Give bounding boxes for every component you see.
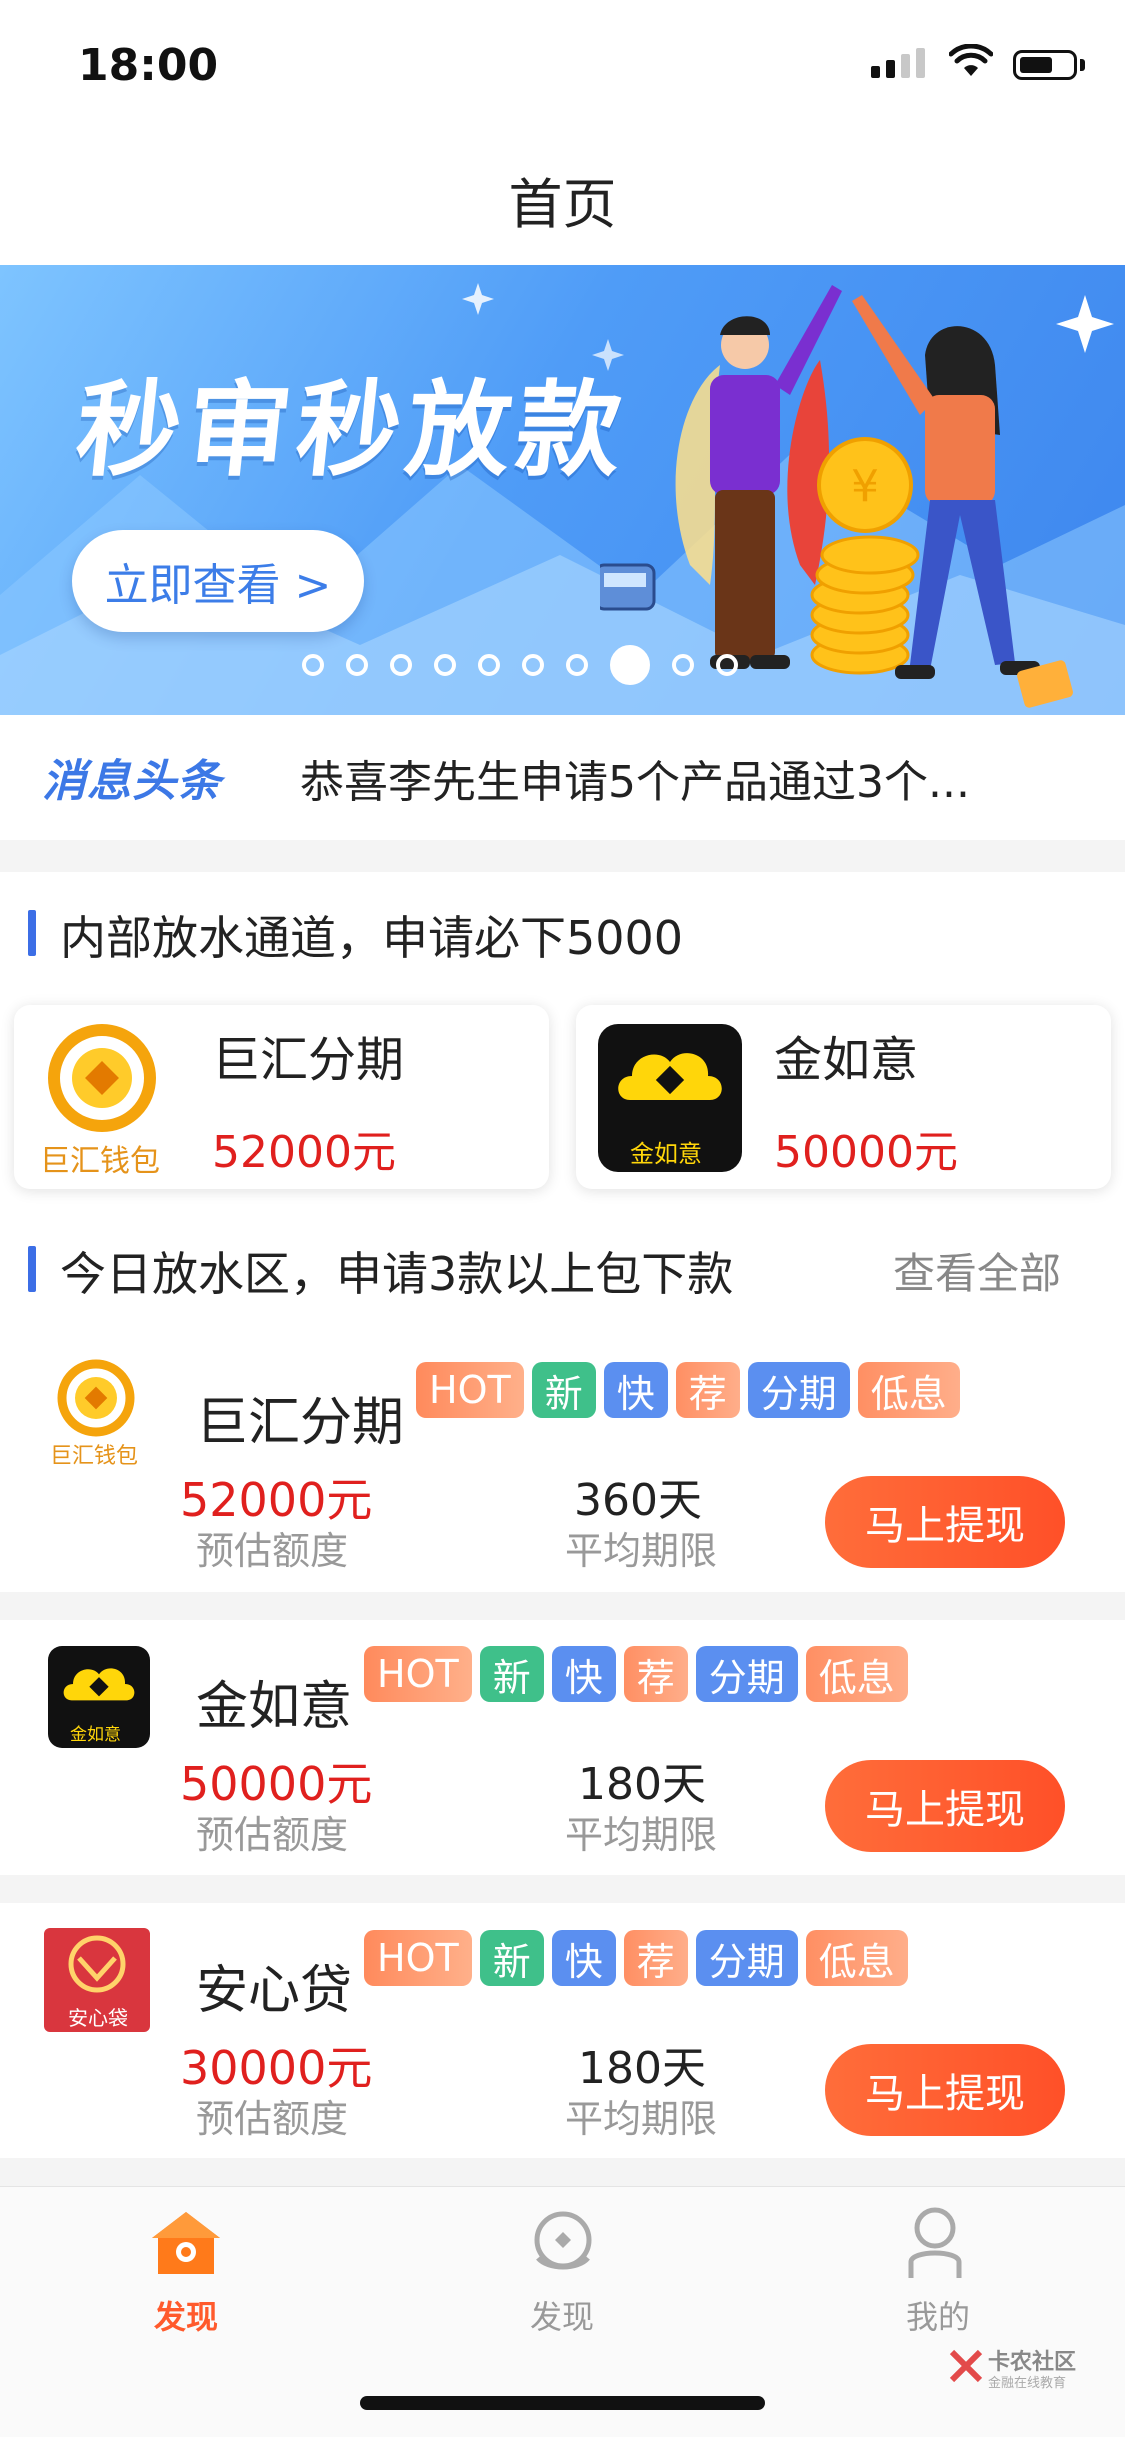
carousel-dot-active[interactable] xyxy=(610,645,650,685)
featured-card-amount: 50000元 xyxy=(774,1127,958,1178)
carousel-dot[interactable] xyxy=(672,654,694,676)
item-logo-text: 金如意 xyxy=(70,1725,121,1745)
item-days: 180天 xyxy=(578,2043,706,2094)
withdraw-now-button[interactable]: 马上提现 xyxy=(825,1760,1065,1852)
page-title: 首页 xyxy=(508,173,617,236)
item-days: 180天 xyxy=(578,1759,706,1810)
carousel-dot[interactable] xyxy=(390,654,412,676)
item-tags: HOT 新 快 荐 分期 低息 xyxy=(364,1646,908,1702)
period-label: 平均期限 xyxy=(565,2097,718,2141)
carousel-dot[interactable] xyxy=(522,654,544,676)
period-label: 平均期限 xyxy=(565,1813,718,1857)
carousel-dot[interactable] xyxy=(716,654,738,676)
tag-new: 新 xyxy=(479,1930,544,1986)
featured-title: 内部放水通道，申请必下5000 xyxy=(60,911,684,965)
promo-banner[interactable]: ¥ 秒审秒放款 立即查看 > xyxy=(0,265,1125,715)
item-name: 巨汇分期 xyxy=(196,1393,405,1453)
news-tag: 消息头条 xyxy=(42,756,222,807)
tab-label: 发现 xyxy=(530,2298,595,2336)
news-text[interactable]: 恭喜李先生申请5个产品通过3个... xyxy=(300,746,970,810)
list-divider xyxy=(0,1592,1125,1620)
watermark-subtext: 金融在线教育 xyxy=(988,2376,1067,2391)
carousel-dot[interactable] xyxy=(566,654,588,676)
tag-hot: HOT xyxy=(364,1930,472,1986)
home-indicator xyxy=(360,2396,765,2410)
tag-new: 新 xyxy=(531,1362,596,1418)
item-logo-text: 巨汇钱包 xyxy=(50,1444,139,1469)
cloud-logo-icon xyxy=(618,1053,722,1100)
amount-label: 预估额度 xyxy=(196,1813,349,1857)
amount-label: 预估额度 xyxy=(196,2097,349,2141)
amount-label: 预估额度 xyxy=(196,1529,349,1573)
wifi-icon xyxy=(949,44,993,76)
tag-fast: 快 xyxy=(551,1930,616,1986)
tag-hot: HOT xyxy=(416,1362,524,1418)
svg-text:¥: ¥ xyxy=(851,461,879,512)
featured-card-logo-text: 金如意 xyxy=(630,1140,702,1168)
featured-card-name: 巨汇分期 xyxy=(212,1032,405,1088)
tag-low-interest: 低息 xyxy=(805,1930,908,1986)
tag-installment: 分期 xyxy=(747,1362,850,1418)
tag-new: 新 xyxy=(479,1646,544,1702)
withdraw-now-button[interactable]: 马上提现 xyxy=(825,1476,1065,1568)
tag-hot: HOT xyxy=(364,1646,472,1702)
carousel-dot[interactable] xyxy=(478,654,500,676)
cellular-signal-icon xyxy=(871,48,925,78)
tab-label: 发现 xyxy=(154,2298,219,2336)
today-title: 今日放水区，申请3款以上包下款 xyxy=(60,1247,734,1301)
view-all-link[interactable]: 查看全部 xyxy=(893,1240,1061,1301)
tag-low-interest: 低息 xyxy=(857,1362,960,1418)
battery-icon xyxy=(1013,50,1077,80)
profile-icon xyxy=(908,2207,962,2278)
tab-label: 我的 xyxy=(906,2298,971,2336)
tag-recommend: 荐 xyxy=(675,1362,740,1418)
cloud-logo-icon xyxy=(63,1668,135,1701)
item-tags: HOT 新 快 荐 分期 低息 xyxy=(364,1930,908,1986)
carousel-dot[interactable] xyxy=(346,654,368,676)
banner-view-now-button[interactable]: 立即查看 > xyxy=(72,530,364,632)
item-days: 360天 xyxy=(574,1475,702,1526)
banner-title: 秒审秒放款 xyxy=(70,369,634,491)
kanong-logo-icon xyxy=(949,2349,983,2383)
tag-recommend: 荐 xyxy=(623,1930,688,1986)
period-label: 平均期限 xyxy=(565,1529,718,1573)
featured-card-logo-text: 巨汇钱包 xyxy=(40,1144,160,1179)
discover-icon xyxy=(534,2211,592,2270)
status-time: 18:00 xyxy=(78,40,219,91)
list-divider xyxy=(0,1875,1125,1903)
section-accent-bar xyxy=(28,1246,36,1292)
battery-tip xyxy=(1080,59,1085,71)
tag-recommend: 荐 xyxy=(623,1646,688,1702)
withdraw-now-button[interactable]: 马上提现 xyxy=(825,2044,1065,2136)
item-name: 安心贷 xyxy=(196,1961,353,2021)
banner-carousel-dots xyxy=(302,645,738,685)
tag-low-interest: 低息 xyxy=(805,1646,908,1702)
item-name: 金如意 xyxy=(196,1677,353,1737)
item-tags: HOT 新 快 荐 分期 低息 xyxy=(416,1362,960,1418)
carousel-dot[interactable] xyxy=(434,654,456,676)
tag-fast: 快 xyxy=(603,1362,668,1418)
featured-card-amount: 52000元 xyxy=(212,1127,396,1178)
home-icon xyxy=(152,2212,220,2274)
section-accent-bar xyxy=(28,910,36,956)
anxindai-logo-mark xyxy=(68,1935,126,1993)
featured-card-name: 金如意 xyxy=(774,1032,919,1088)
tag-installment: 分期 xyxy=(695,1930,798,1986)
tag-fast: 快 xyxy=(551,1646,616,1702)
tag-installment: 分期 xyxy=(695,1646,798,1702)
carousel-dot[interactable] xyxy=(302,654,324,676)
item-logo-text: 安心袋 xyxy=(68,2006,128,2030)
